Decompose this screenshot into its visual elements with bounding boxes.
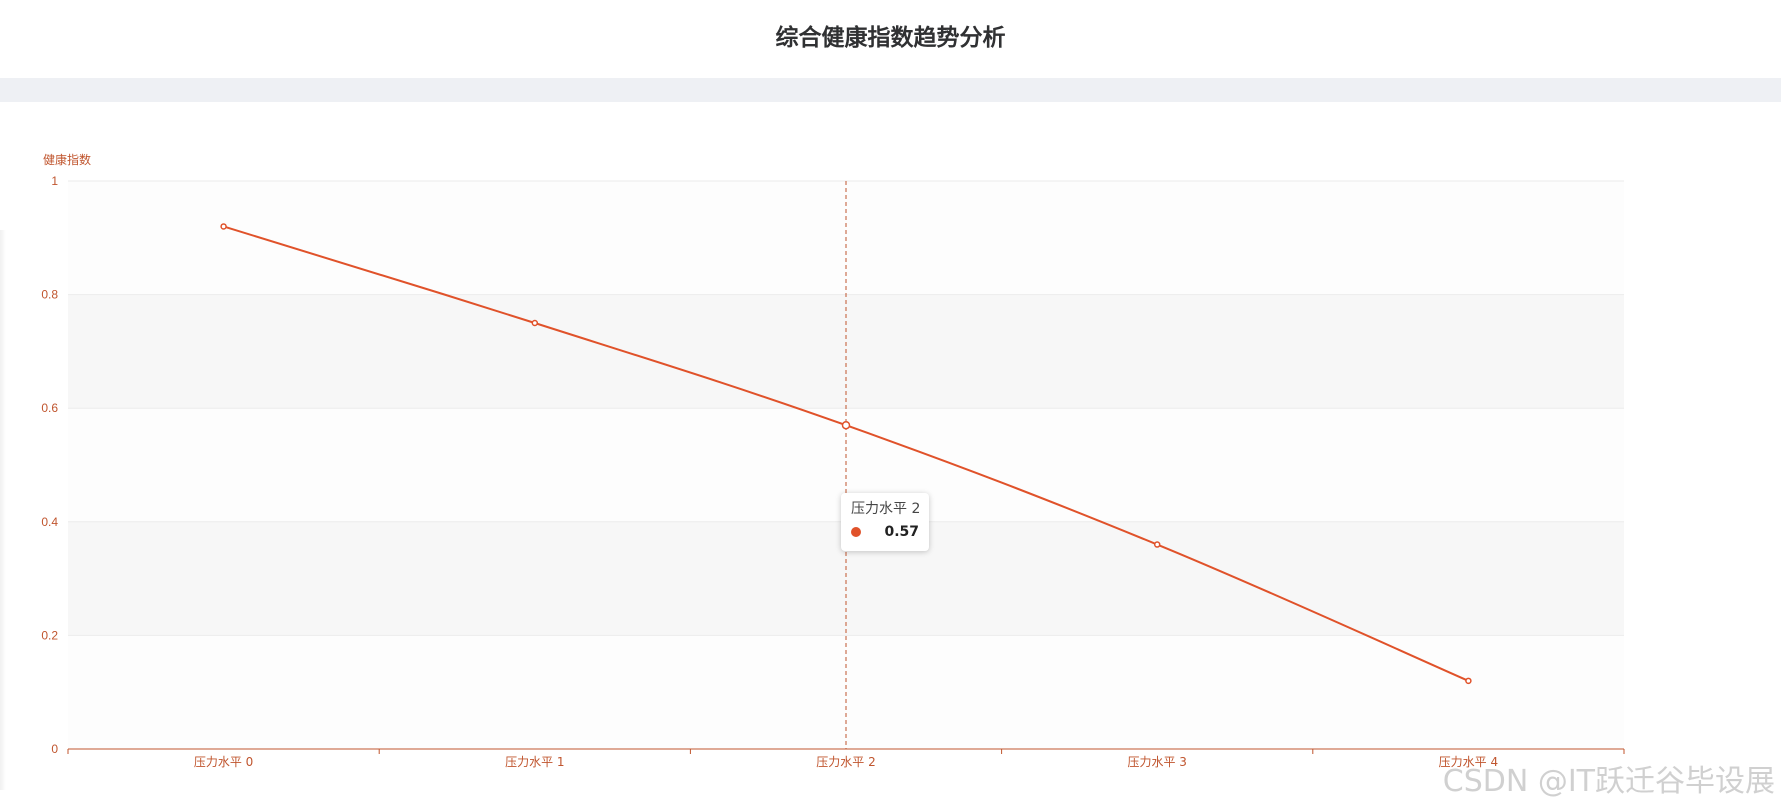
x-tick-label: 压力水平 2 — [816, 755, 875, 769]
x-tick-label: 压力水平 3 — [1127, 755, 1186, 769]
series-marker-icon — [851, 527, 861, 537]
data-point[interactable] — [841, 420, 851, 430]
data-point[interactable] — [1153, 541, 1161, 548]
watermark: CSDN @IT跃迁谷毕设展 — [1442, 764, 1775, 799]
data-point[interactable] — [220, 223, 227, 230]
y-tick-label: 0 — [51, 742, 58, 756]
tooltip-title: 压力水平 2 — [851, 501, 921, 517]
tooltip-value: 0.57 — [884, 524, 919, 540]
y-tick-label: 0.4 — [41, 515, 58, 529]
line-chart[interactable]: 压力水平 0 压力水平 1 压力水平 2 压力水平 3 压力水平 4 00.20.40.… — [0, 0, 1781, 806]
x-tick-label: 压力水平 0 — [194, 755, 253, 769]
y-axis-title: 健康指数 — [43, 152, 91, 167]
y-tick-label: 0.6 — [41, 401, 58, 415]
data-point[interactable] — [1465, 677, 1472, 685]
x-axis: 压力水平 0 压力水平 1 压力水平 2 压力水平 3 压力水平 4 — [67, 748, 1625, 769]
tooltip-row: 0.57 — [851, 524, 919, 540]
y-tick-label: 0.2 — [41, 628, 58, 642]
data-point[interactable] — [531, 319, 539, 327]
y-tick-label: 1 — [51, 174, 58, 188]
x-tick-label: 压力水平 1 — [505, 755, 564, 769]
y-tick-label: 0.8 — [41, 288, 58, 302]
tooltip: 压力水平 2 0.57 — [841, 493, 929, 551]
